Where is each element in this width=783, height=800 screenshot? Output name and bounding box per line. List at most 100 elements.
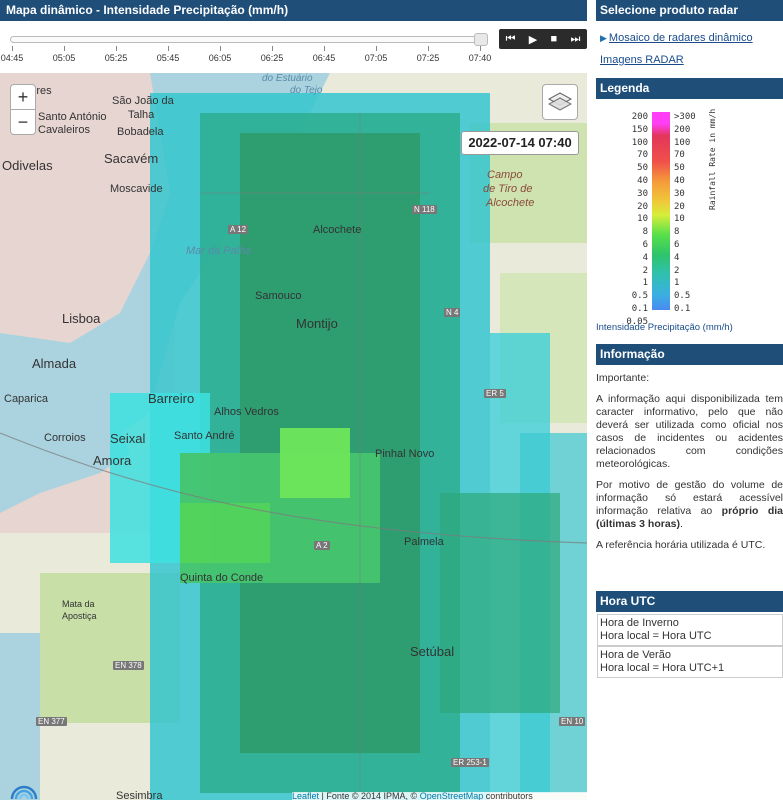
road-er253: ER 253-1 (451, 758, 489, 767)
timeline-label: 07:40 (468, 53, 492, 63)
timeline-tick (480, 46, 481, 51)
label-odivelas: Odivelas (2, 158, 53, 173)
info-important: Importante (596, 372, 647, 384)
legend-left-label: 150 (631, 124, 648, 135)
timeline-tick (376, 46, 377, 51)
ipma-logo-icon (10, 785, 38, 800)
label-tiro: de Tiro de (483, 183, 533, 195)
osm-link[interactable]: OpenStreetMap (420, 792, 484, 800)
info-header: Informação (596, 344, 783, 365)
timeline-label: 04:45 (0, 53, 24, 63)
legend-right-label: 0.1 (674, 304, 691, 314)
utc-summer-box: Hora de Verão Hora local = Hora UTC+1 (597, 646, 783, 678)
legend-left-label: 4 (642, 252, 648, 263)
utc-winter-value: Hora local = Hora UTC (600, 630, 712, 642)
utc-winter-title: Hora de Inverno (600, 617, 679, 629)
legend-right-label: 40 (674, 176, 685, 186)
legend-axis-title: Rainfall Rate in mm/h (708, 108, 717, 210)
info-paragraph-2: Por motivo de gestão do volume de inform… (596, 479, 783, 531)
label-alcochete: Alcochete (313, 224, 362, 236)
timeline-label: 05:25 (104, 53, 128, 63)
legend-left-label: 1 (642, 278, 648, 289)
label-sesimbra: Sesimbra (116, 790, 163, 800)
map-title: Mapa dinâmico - Intensidade Precipitação… (0, 0, 587, 21)
road-er5: ER 5 (484, 389, 506, 398)
attribution-source: | Fonte © 2014 IPMA, © (319, 792, 420, 800)
timeline-tick (168, 46, 169, 51)
legend-left-label: 50 (637, 163, 648, 174)
label-estuario: do Estuário (262, 73, 313, 84)
label-palmela: Palmela (404, 536, 444, 548)
legend-left-label: 8 (642, 227, 648, 238)
legend-left-label: 0.1 (631, 304, 648, 314)
stop-button[interactable]: ■ (551, 33, 558, 45)
leaflet-link[interactable]: Leaflet (292, 792, 319, 800)
utc-header: Hora UTC (596, 591, 783, 612)
link-imagens-radar[interactable]: Imagens RADAR (600, 54, 684, 66)
legend-gradient (652, 112, 670, 310)
timeline-label: 07:05 (364, 53, 388, 63)
timeline-tick (428, 46, 429, 51)
radar-link-item[interactable]: Imagens RADAR (600, 50, 783, 68)
timeline-label: 06:05 (208, 53, 232, 63)
link-mosaico-radares[interactable]: Mosaico de radares dinâmico (609, 32, 753, 44)
road-a2: A 2 (314, 541, 330, 550)
road-en377: EN 377 (36, 717, 67, 726)
label-mata: Mata da (62, 599, 95, 609)
radar-product-list: ▶ Mosaico de radares dinâmico Imagens RA… (600, 32, 783, 68)
road-n4: N 4 (444, 308, 461, 317)
caret-right-icon: ▶ (600, 32, 607, 43)
label-seixal: Seixal (110, 431, 146, 446)
label-cavaleiros: Cavaleiros (38, 124, 90, 136)
legend-caption: Intensidade Precipitação (mm/h) (596, 322, 733, 333)
label-moscavide: Moscavide (110, 183, 163, 195)
legend-right-label: 20 (674, 201, 685, 212)
label-quinta-do-conde: Quinta do Conde (180, 572, 264, 584)
next-frame-button[interactable]: ⏭ (570, 33, 580, 46)
timeline-slider-handle[interactable] (474, 33, 488, 46)
label-alhos-vedros: Alhos Vedros (214, 406, 279, 418)
timeline-tick (220, 46, 221, 51)
legend-right-label: 2 (674, 265, 680, 276)
timeline-tick (64, 46, 65, 51)
radar-link-item[interactable]: ▶ Mosaico de radares dinâmico (600, 32, 783, 44)
legend-right-label: 100 (674, 137, 691, 148)
timeline-tick (12, 46, 13, 51)
road-en378: EN 378 (113, 661, 144, 670)
label-samouco: Samouco (255, 290, 302, 302)
label-tejo: do Tejo (290, 85, 323, 96)
legend-left-label: 10 (637, 214, 648, 225)
zoom-in-button[interactable]: + (10, 84, 36, 110)
label-montijo: Montijo (296, 316, 338, 331)
timeline-track[interactable] (10, 36, 488, 43)
label-mar-da-palha: Mar da Palha (186, 245, 252, 257)
previous-frame-button[interactable]: ⏮ (506, 33, 516, 46)
play-button[interactable]: ▶ (529, 33, 537, 46)
legend-left-label: 20 (637, 201, 648, 212)
info-text: Importante: A informação aqui disponibil… (596, 372, 783, 551)
label-sacavem: Sacavém (104, 151, 159, 166)
attribution-contributors: contributors (483, 792, 533, 800)
radar-timestamp: 2022-07-14 07:40 (461, 131, 579, 155)
label-sao-joao: São João da (112, 95, 174, 107)
utc-summer-title: Hora de Verão (600, 649, 671, 661)
legend-right-label: 8 (674, 227, 680, 238)
label-alcochete-campo: Alcochete (486, 197, 535, 209)
layers-button[interactable] (542, 84, 578, 120)
timeline-label: 05:45 (156, 53, 180, 63)
zoom-out-button[interactable]: − (10, 109, 36, 135)
timeline-tick (116, 46, 117, 51)
label-pinhal-novo: Pinhal Novo (375, 448, 435, 460)
legend-right-label: 4 (674, 252, 680, 263)
utc-winter-box: Hora de Inverno Hora local = Hora UTC (597, 614, 783, 646)
layers-icon (547, 92, 573, 111)
legend-left-label: 6 (642, 240, 648, 250)
legend-colorbar: 200 150 100 70 50 40 30 20 10 8 6 4 2 1 0.5 0.1 0.05 >30… (600, 108, 750, 327)
label-lisboa: Lisboa (62, 311, 101, 326)
legend-header: Legenda (596, 78, 783, 99)
label-corroios: Corroios (44, 432, 86, 444)
legend-right-label: 6 (674, 240, 680, 250)
radar-map[interactable]: Loures São João da Talha Santo António C… (0, 73, 587, 800)
legend-right-label: 30 (674, 188, 685, 199)
road-n118: N 118 (412, 205, 437, 214)
